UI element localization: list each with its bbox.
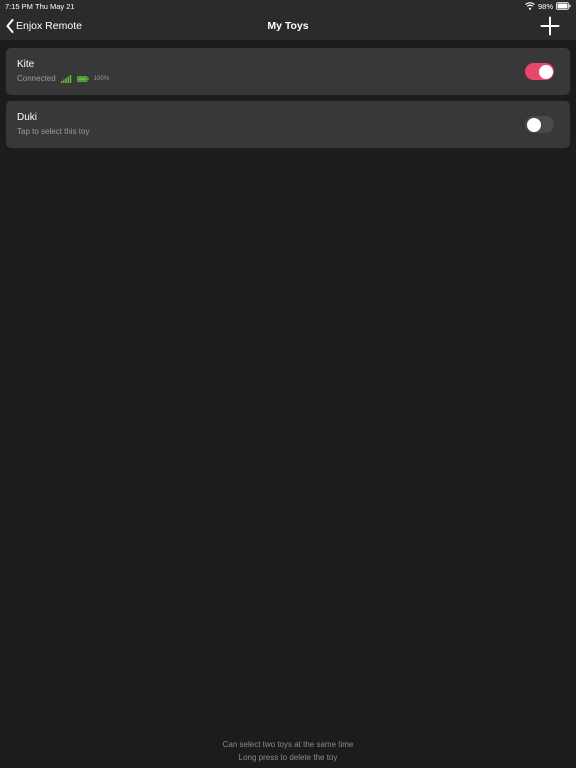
toy-name: Duki [17, 112, 38, 123]
status-date: Thu May 21 [35, 2, 75, 11]
chevron-left-icon [6, 19, 14, 33]
toggle-knob [538, 64, 553, 79]
back-label: Enjox Remote [16, 20, 82, 32]
toy-toggle-kite[interactable] [525, 63, 554, 80]
battery-icon [556, 2, 571, 10]
footer-hint-select: Can select two toys at the same time [222, 740, 354, 749]
status-battery-percent: 98% [537, 1, 553, 11]
toy-toggle-duki[interactable] [525, 116, 554, 133]
plus-icon [540, 16, 560, 36]
nav-bar: Enjox Remote My Toys [0, 12, 576, 40]
toy-card-kite[interactable]: Kite Connected 100% [6, 48, 570, 95]
toy-card-duki[interactable]: Duki Tap to select this toy [6, 101, 570, 148]
status-bar: 7:15 PM Thu May 21 98% [0, 0, 576, 12]
wifi-icon [525, 2, 535, 10]
toy-status-text: Connected [17, 74, 56, 83]
toy-status-text: Tap to select this toy [17, 127, 90, 136]
page-title: My Toys [267, 20, 309, 32]
footer-hint-delete: Long press to delete the toy [238, 753, 338, 762]
toy-name: Kite [17, 59, 35, 70]
status-time: 7:15 PM [5, 2, 33, 11]
add-toy-button[interactable] [540, 16, 560, 36]
status-indicators: 98% [525, 1, 571, 11]
toy-battery-percent: 100% [93, 75, 110, 82]
toggle-knob [526, 117, 541, 132]
toy-status: Connected 100% [17, 74, 109, 83]
signal-bars-icon [60, 74, 72, 83]
back-button[interactable]: Enjox Remote [6, 12, 82, 40]
battery-icon [76, 75, 89, 82]
toy-status: Tap to select this toy [17, 127, 89, 136]
